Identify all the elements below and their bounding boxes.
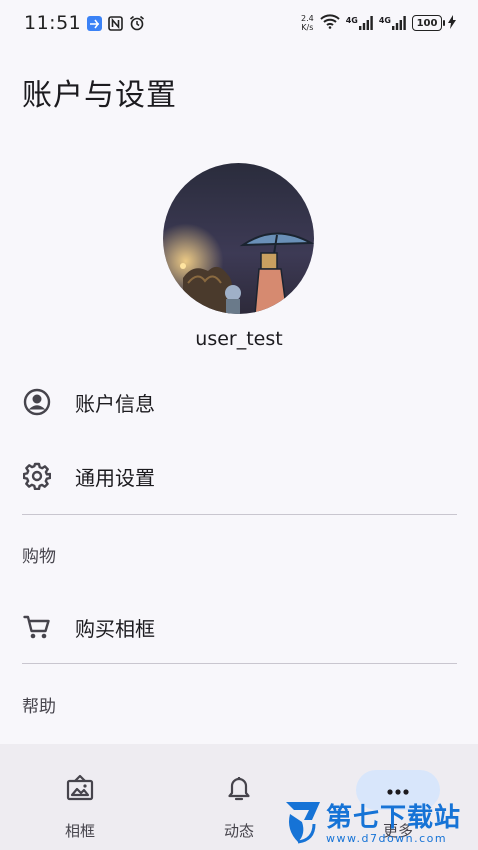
watermark-text: 第七下载站 www.d7down.com — [326, 804, 461, 845]
photo-frame-icon — [66, 774, 94, 806]
signal-2-label: 4G — [378, 16, 391, 25]
nav-item-activity[interactable]: 动态 — [197, 744, 281, 850]
divider-2 — [22, 663, 457, 664]
buy-frame-label: 购买相框 — [75, 616, 155, 641]
avatar[interactable] — [163, 163, 314, 314]
account-info-label: 账户信息 — [75, 391, 155, 416]
nav-label-activity: 动态 — [223, 822, 254, 840]
help-section-label: 帮助 — [22, 697, 56, 717]
shopping-section-label: 购物 — [22, 547, 56, 567]
signal-1-label: 4G — [345, 16, 358, 25]
net-speed: 2.4 K/s — [301, 14, 314, 32]
nav-pill-frames — [38, 770, 122, 810]
nfc-icon — [108, 15, 124, 31]
nav-item-frames[interactable]: 相框 — [38, 744, 122, 850]
general-settings-label: 通用设置 — [75, 465, 155, 490]
watermark: 第七下载站 www.d7down.com — [284, 800, 461, 848]
alarm-icon — [129, 15, 145, 31]
page-title: 账户与设置 — [22, 78, 177, 113]
status-left: 11:51 — [24, 12, 145, 34]
avatar-image — [163, 163, 314, 314]
general-settings-item[interactable]: 通用设置 — [0, 448, 478, 504]
nav-pill-activity — [197, 770, 281, 810]
battery-icon: 100 — [412, 15, 445, 31]
bell-icon — [226, 774, 252, 806]
watermark-name: 第七下载站 — [326, 802, 462, 833]
status-right: 2.4 K/s 4G 4G 100 — [301, 13, 456, 33]
net-speed-value: 2.4 — [300, 14, 314, 23]
account-info-item[interactable]: 账户信息 — [0, 374, 478, 430]
charging-icon — [448, 14, 456, 33]
signal-2-icon: 4G — [379, 16, 406, 30]
more-dots-icon — [386, 781, 410, 800]
username: user_test — [195, 328, 283, 350]
account-circle-icon — [22, 387, 52, 417]
nav-label-frames: 相框 — [64, 822, 95, 840]
cart-icon — [22, 612, 52, 642]
net-speed-unit: K/s — [301, 23, 314, 32]
gear-icon — [22, 461, 52, 491]
buy-frame-item[interactable]: 购买相框 — [0, 599, 478, 655]
divider-1 — [22, 514, 457, 515]
status-bar: 11:51 2.4 K/s 4G 4G 100 — [0, 0, 478, 46]
app-notification-icon — [87, 15, 103, 31]
watermark-url: www.d7down.com — [326, 831, 448, 845]
battery-level: 100 — [416, 17, 438, 29]
watermark-logo — [284, 800, 322, 848]
status-time: 11:51 — [24, 12, 82, 34]
signal-1-icon: 4G — [346, 16, 373, 30]
wifi-icon — [320, 13, 340, 33]
